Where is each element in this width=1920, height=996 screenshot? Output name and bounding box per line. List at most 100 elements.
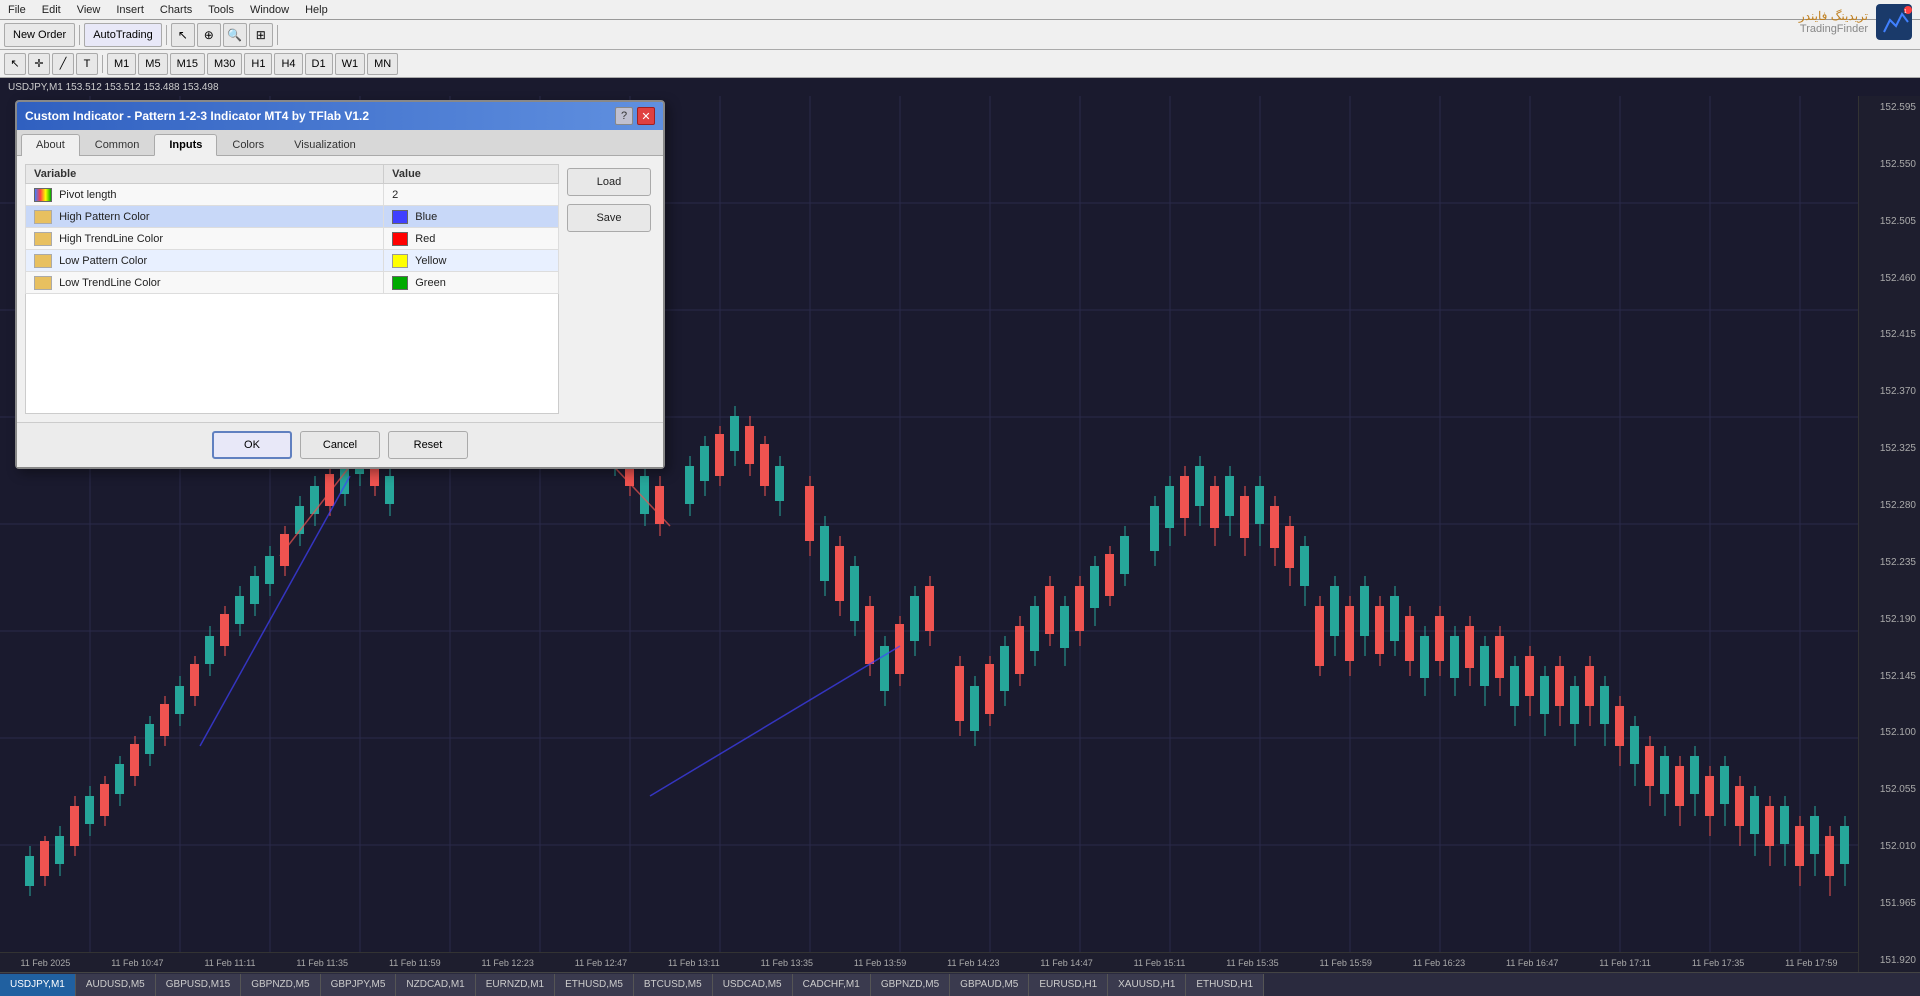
high-pattern-color-swatch <box>392 210 408 224</box>
low-pattern-value-label: Yellow <box>415 254 446 266</box>
symbol-info: USDJPY,M1 153.512 153.512 153.488 153.49… <box>8 82 219 93</box>
time-label-9: 11 Feb 13:59 <box>854 958 906 968</box>
ok-button[interactable]: OK <box>212 431 292 459</box>
tab-eurnzd-m1[interactable]: EURNZD,M1 <box>476 974 555 996</box>
tab-ethusd-h1[interactable]: ETHUSD,H1 <box>1186 974 1264 996</box>
table-cell-low-pattern-var: Low Pattern Color <box>26 250 384 272</box>
dialog-tab-common[interactable]: Common <box>80 134 155 155</box>
tab-gbpnzd-m5[interactable]: GBPNZD,M5 <box>241 974 320 996</box>
table-row-high-pattern[interactable]: High Pattern Color Blue <box>26 206 559 228</box>
price-label-5: 152.370 <box>1863 386 1916 397</box>
toolbar2-icon-cursor[interactable]: ↖ <box>4 53 26 75</box>
time-label-14: 11 Feb 15:59 <box>1319 958 1371 968</box>
timeframe-w1[interactable]: W1 <box>335 53 366 75</box>
timeframe-m30[interactable]: M30 <box>207 53 242 75</box>
timeframe-h1[interactable]: H1 <box>244 53 272 75</box>
high-trendline-icon <box>34 232 52 246</box>
time-label-7: 11 Feb 13:11 <box>668 958 720 968</box>
price-label-9: 152.190 <box>1863 614 1916 625</box>
tab-nzdcad-m1[interactable]: NZDCAD,M1 <box>396 974 475 996</box>
time-label-2: 11 Feb 11:11 <box>204 958 255 968</box>
menu-charts[interactable]: Charts <box>160 4 192 16</box>
load-button[interactable]: Load <box>567 168 651 196</box>
toolbar2-icon-line[interactable]: ╱ <box>52 53 74 75</box>
symbol-info-bar: USDJPY,M1 153.512 153.512 153.488 153.49… <box>0 78 1920 96</box>
tab-usdjpy-m1[interactable]: USDJPY,M1 <box>0 974 76 996</box>
table-row-pivot[interactable]: Pivot length 2 <box>26 184 559 206</box>
dialog-tab-visualization[interactable]: Visualization <box>279 134 371 155</box>
save-button[interactable]: Save <box>567 204 651 232</box>
menu-insert[interactable]: Insert <box>116 4 144 16</box>
time-axis: 11 Feb 2025 11 Feb 10:47 11 Feb 11:11 11… <box>0 952 1858 972</box>
toolbar2-icon-text[interactable]: T <box>76 53 98 75</box>
menu-window[interactable]: Window <box>250 4 289 16</box>
bottom-tabs-bar: USDJPY,M1 AUDUSD,M5 GBPUSD,M15 GBPNZD,M5… <box>0 972 1920 996</box>
svg-text:1: 1 <box>1904 9 1907 15</box>
toolbar2-icon-crosshair[interactable]: ✛ <box>28 53 50 75</box>
low-pattern-var-label: Low Pattern Color <box>59 254 147 266</box>
menu-help[interactable]: Help <box>305 4 328 16</box>
timeframe-m15[interactable]: M15 <box>170 53 205 75</box>
tab-xauusd-h1[interactable]: XAUUSD,H1 <box>1108 974 1186 996</box>
dialog-tab-inputs[interactable]: Inputs <box>154 134 217 156</box>
dialog-tab-colors[interactable]: Colors <box>217 134 279 155</box>
timeframe-d1[interactable]: D1 <box>305 53 333 75</box>
toolbar-icon-2[interactable]: ⊕ <box>197 23 221 47</box>
tab-audusd-m5[interactable]: AUDUSD,M5 <box>76 974 156 996</box>
low-pattern-color-swatch <box>392 254 408 268</box>
time-label-15: 11 Feb 16:23 <box>1413 958 1465 968</box>
tab-gbpnzd-m5-2[interactable]: GBPNZD,M5 <box>871 974 950 996</box>
table-cell-low-pattern-value: Yellow <box>384 250 559 272</box>
time-label-4: 11 Feb 11:59 <box>389 958 441 968</box>
table-row-low-pattern[interactable]: Low Pattern Color Yellow <box>26 250 559 272</box>
dialog-help-button[interactable]: ? <box>615 107 633 125</box>
new-order-button[interactable]: New Order <box>4 23 75 47</box>
high-trendline-value-label: Red <box>415 232 435 244</box>
dialog-tab-about[interactable]: About <box>21 134 80 156</box>
tab-usdcad-m5[interactable]: USDCAD,M5 <box>713 974 793 996</box>
tab-gbpusd-m15[interactable]: GBPUSD,M15 <box>156 974 241 996</box>
table-cell-high-trendline-value: Red <box>384 228 559 250</box>
menu-file[interactable]: File <box>8 4 26 16</box>
table-row-high-trendline[interactable]: High TrendLine Color Red <box>26 228 559 250</box>
timeframe-m5[interactable]: M5 <box>138 53 167 75</box>
table-empty-area <box>25 294 559 414</box>
low-trendline-icon <box>34 276 52 290</box>
toolbar-icon-1[interactable]: ↖ <box>171 23 195 47</box>
time-label-12: 11 Feb 15:11 <box>1134 958 1186 968</box>
price-label-10: 152.145 <box>1863 671 1916 682</box>
tab-eurusd-h1[interactable]: EURUSD,H1 <box>1029 974 1108 996</box>
tab-gbpjpy-m5[interactable]: GBPJPY,M5 <box>321 974 397 996</box>
tab-cadchf-m1[interactable]: CADCHF,M1 <box>793 974 871 996</box>
pivot-var-label: Pivot length <box>59 188 116 200</box>
timeframe-mn[interactable]: MN <box>367 53 398 75</box>
table-row-low-trendline[interactable]: Low TrendLine Color Green <box>26 272 559 294</box>
tab-gbpaud-m5[interactable]: GBPAUD,M5 <box>950 974 1029 996</box>
reset-button[interactable]: Reset <box>388 431 468 459</box>
tab-btcusd-m5[interactable]: BTCUSD,M5 <box>634 974 713 996</box>
tab-ethusd-m5[interactable]: ETHUSD,M5 <box>555 974 634 996</box>
menu-edit[interactable]: Edit <box>42 4 61 16</box>
time-label-0: 11 Feb 2025 <box>20 958 70 968</box>
time-label-6: 11 Feb 12:47 <box>575 958 627 968</box>
dialog: Custom Indicator - Pattern 1-2-3 Indicat… <box>15 100 665 469</box>
price-label-2: 152.505 <box>1863 216 1916 227</box>
table-cell-pivot-value: 2 <box>384 184 559 206</box>
dialog-tabs-bar: About Common Inputs Colors Visualization <box>17 130 663 156</box>
low-trendline-value-label: Green <box>415 276 446 288</box>
autotrading-button[interactable]: AutoTrading <box>84 23 162 47</box>
timeframe-h4[interactable]: H4 <box>274 53 302 75</box>
dialog-close-button[interactable]: ✕ <box>637 107 655 125</box>
menu-tools[interactable]: Tools <box>208 4 234 16</box>
menu-view[interactable]: View <box>77 4 101 16</box>
cancel-button[interactable]: Cancel <box>300 431 380 459</box>
toolbar-icon-3[interactable]: 🔍 <box>223 23 247 47</box>
high-pattern-value-label: Blue <box>415 210 437 222</box>
timeframe-m1[interactable]: M1 <box>107 53 136 75</box>
table-cell-pivot-var: Pivot length <box>26 184 384 206</box>
price-label-4: 152.415 <box>1863 329 1916 340</box>
logo-english: TradingFinder <box>1799 23 1868 35</box>
pivot-row-icon <box>34 188 52 202</box>
high-trendline-color-swatch <box>392 232 408 246</box>
toolbar-icon-4[interactable]: ⊞ <box>249 23 273 47</box>
